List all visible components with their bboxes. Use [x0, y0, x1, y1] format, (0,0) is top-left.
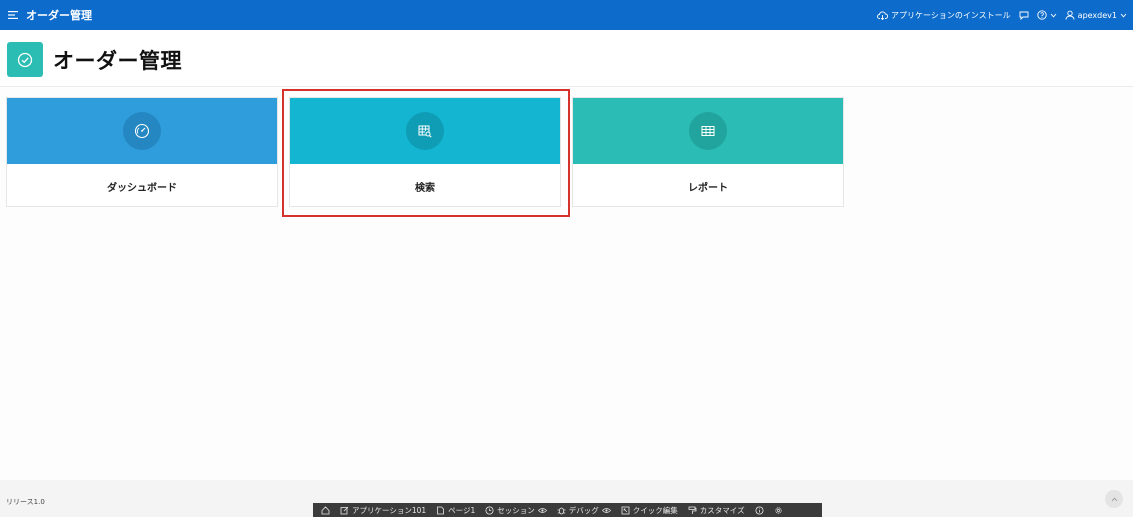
devbar-application-button[interactable]: アプリケーション101 [340, 505, 426, 516]
devbar-debug-button[interactable]: デバッグ [557, 505, 611, 516]
table-search-icon [418, 125, 432, 138]
card-report-badge [689, 112, 727, 150]
table-grid-icon [701, 126, 715, 136]
card-search-label: 検索 [415, 182, 435, 194]
chevron-down-icon [1120, 13, 1127, 17]
page-edit-icon [437, 506, 445, 514]
devbar-settings-button[interactable] [774, 506, 783, 515]
menu-toggle-button[interactable] [4, 0, 22, 30]
card-search-badge [406, 112, 444, 150]
devbar-page-button[interactable]: ページ1 [436, 505, 475, 516]
devbar-quick-edit-label: クイック編集 [632, 505, 678, 515]
eye-icon [601, 507, 611, 513]
devbar-customize-label: カスタマイズ [699, 505, 745, 515]
release-version: リリース1.0 [6, 498, 45, 506]
chevron-up-icon [1111, 497, 1117, 501]
paint-roller-icon [688, 506, 697, 514]
check-circle-icon [17, 52, 33, 67]
help-question-icon [1037, 10, 1047, 20]
quick-edit-icon [621, 506, 630, 514]
card-report[interactable]: レポート [572, 97, 844, 207]
devbar-customize-button[interactable]: カスタマイズ [688, 505, 745, 516]
devbar-application-label: アプリケーション101 [352, 505, 427, 515]
help-menu-button[interactable] [1037, 10, 1057, 20]
eye-icon [537, 507, 547, 513]
hamburger-menu-icon [8, 11, 18, 19]
page-header: オーダー管理 [0, 30, 1133, 87]
cloud-download-icon [877, 11, 888, 20]
devbar-debug-label: デバッグ [568, 505, 599, 515]
page-title: オーダー管理 [53, 49, 182, 73]
card-search-header [290, 98, 560, 164]
home-icon [321, 505, 330, 514]
gear-icon [774, 506, 782, 514]
scroll-to-top-button[interactable] [1105, 490, 1123, 508]
card-menu: ダッシュボード 検索 レポート [6, 97, 844, 207]
devbar-session-label: セッション [497, 505, 535, 515]
install-app-button[interactable]: アプリケーションのインストール [877, 10, 1011, 21]
user-menu-button[interactable]: apexdev1 [1065, 10, 1127, 20]
user-name: apexdev1 [1077, 10, 1117, 20]
devbar-page-label: ページ1 [448, 505, 476, 515]
developer-toolbar: アプリケーション101 ページ1 セッション デバッグ クイック編集 カスタマイ… [313, 503, 822, 517]
card-search[interactable]: 検索 [289, 97, 561, 207]
card-report-label: レポート [688, 182, 728, 194]
card-dashboard-header [7, 98, 277, 164]
info-icon [755, 506, 764, 514]
clock-icon [485, 506, 494, 514]
card-dashboard-label: ダッシュボード [107, 182, 177, 194]
feedback-button[interactable] [1019, 11, 1029, 20]
devbar-home-button[interactable] [321, 505, 330, 515]
dashboard-gauge-icon [134, 123, 150, 139]
devbar-quick-edit-button[interactable]: クイック編集 [621, 505, 678, 516]
devbar-info-button[interactable] [755, 506, 764, 515]
chat-bubble-icon [1019, 11, 1029, 20]
user-icon [1065, 10, 1075, 20]
card-report-header [573, 98, 843, 164]
app-title[interactable]: オーダー管理 [26, 7, 92, 23]
edit-icon [340, 506, 349, 514]
page-icon [7, 42, 43, 77]
top-navigation-bar: オーダー管理 アプリケーションのインストール apexdev1 [0, 0, 1133, 30]
card-dashboard[interactable]: ダッシュボード [6, 97, 278, 207]
card-dashboard-badge [123, 112, 161, 150]
chevron-down-icon [1050, 13, 1057, 17]
install-app-label: アプリケーションのインストール [890, 10, 1011, 20]
bug-icon [557, 507, 566, 514]
devbar-session-button[interactable]: セッション [485, 505, 547, 516]
